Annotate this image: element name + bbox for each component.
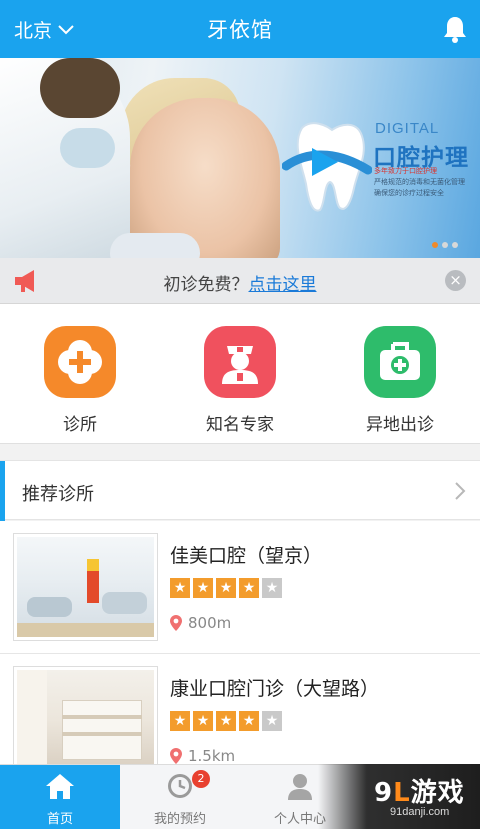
close-icon[interactable]: × xyxy=(445,270,466,291)
tooth-logo-icon xyxy=(282,122,372,212)
star-icon: ★ xyxy=(216,578,236,598)
star-icon: ★ xyxy=(193,578,213,598)
banner-sub-red: 多年致力于口腔护理 xyxy=(374,167,437,175)
banner-subtext: 多年致力于口腔护理 严格规范的消毒和无菌化管理 确保您的诊疗过程安全 xyxy=(374,166,474,199)
location-pin-icon xyxy=(170,615,182,631)
tab-appointments[interactable]: 我的预约 xyxy=(120,765,240,829)
tab-home-label: 首页 xyxy=(46,812,73,827)
banner-photo-mask xyxy=(60,128,115,168)
promo-banner[interactable]: DIGITAL 口腔护理 多年致力于口腔护理 严格规范的消毒和无菌化管理 确保您… xyxy=(0,58,480,258)
clinic-photo xyxy=(13,666,158,774)
quick-entry-grid: 诊所 知名专家 异地出诊 xyxy=(0,304,480,444)
carousel-dots[interactable] xyxy=(432,242,458,248)
location-pin-icon xyxy=(170,748,182,764)
distance-value: 1.5km xyxy=(188,747,236,765)
section-accent-bar xyxy=(0,461,5,521)
entry-house-call[interactable]: 异地出诊 xyxy=(340,326,460,435)
carousel-dot[interactable] xyxy=(432,242,438,248)
top-bar: 北京 牙依馆 xyxy=(0,0,480,58)
tab-appointments-label: 我的预约 xyxy=(153,812,206,827)
watermark-site: 91danji.com xyxy=(390,806,450,818)
star-icon: ★ xyxy=(239,711,259,731)
entry-clinic[interactable]: 诊所 xyxy=(20,326,140,435)
tab-home[interactable]: 首页 xyxy=(0,765,120,829)
star-icon: ★ xyxy=(239,578,259,598)
notice-link[interactable]: 点击这里 xyxy=(249,275,317,295)
recommended-section-header[interactable]: 推荐诊所 xyxy=(0,460,480,521)
star-empty-icon: ★ xyxy=(262,711,282,731)
clinic-photo xyxy=(13,533,158,641)
clinic-cross-icon xyxy=(44,326,116,398)
rating-stars: ★ ★ ★ ★ ★ xyxy=(170,578,282,598)
clinic-distance: 800m xyxy=(170,614,231,632)
rating-stars: ★ ★ ★ ★ ★ xyxy=(170,711,282,731)
star-icon: ★ xyxy=(193,711,213,731)
star-icon: ★ xyxy=(216,711,236,731)
watermark-main-a: 9 xyxy=(374,778,394,808)
clinic-name: 佳美口腔（望京） xyxy=(170,545,323,567)
entry-experts[interactable]: 知名专家 xyxy=(180,326,300,435)
bell-icon[interactable] xyxy=(442,15,468,43)
appointment-badge: 2 xyxy=(192,770,210,788)
banner-photo-glove xyxy=(110,233,200,258)
clinic-photo-image xyxy=(17,670,154,770)
entry-experts-label: 知名专家 xyxy=(206,415,274,435)
clinic-card[interactable]: 佳美口腔（望京） ★ ★ ★ ★ ★ 800m xyxy=(0,521,480,654)
star-icon: ★ xyxy=(170,578,190,598)
banner-photo-doctor-hair xyxy=(40,58,120,118)
clinic-distance: 1.5km xyxy=(170,747,235,765)
chevron-right-icon xyxy=(455,482,466,500)
carousel-dot[interactable] xyxy=(442,242,448,248)
entry-clinic-label: 诊所 xyxy=(63,415,97,435)
banner-sub-lines: 严格规范的消毒和无菌化管理 确保您的诊疗过程安全 xyxy=(374,178,465,197)
app-screen: 北京 牙依馆 DIGITAL 口腔护理 多年致力于口腔护理 严格规范的消毒和无菌… xyxy=(0,0,480,829)
notice-message: 初诊免费？ xyxy=(163,275,249,295)
app-title: 牙依馆 xyxy=(207,18,273,42)
notice-text: 初诊免费？点击这里 xyxy=(0,270,480,295)
doctor-icon xyxy=(204,326,276,398)
watermark-main-b: L xyxy=(393,778,411,808)
watermark-logo: 9L游戏 91danji.com xyxy=(318,764,480,829)
banner-brand-en: DIGITAL xyxy=(375,120,440,137)
distance-value: 800m xyxy=(188,614,232,632)
carousel-dot[interactable] xyxy=(452,242,458,248)
clinic-name: 康业口腔门诊（大望路） xyxy=(170,678,380,700)
star-icon: ★ xyxy=(170,711,190,731)
clock-icon xyxy=(168,774,192,798)
medical-kit-icon xyxy=(364,326,436,398)
clinic-photo-image xyxy=(17,537,154,637)
star-empty-icon: ★ xyxy=(262,578,282,598)
clinic-list: 佳美口腔（望京） ★ ★ ★ ★ ★ 800m 康业口腔门诊（大望路） ★ ★ … xyxy=(0,521,480,787)
notice-bar: 初诊免费？点击这里 × xyxy=(0,258,480,304)
user-icon xyxy=(288,774,312,800)
home-icon xyxy=(46,774,74,799)
watermark-main: 9L游戏 xyxy=(374,772,465,809)
section-title: 推荐诊所 xyxy=(22,484,94,505)
watermark-main-c: 游戏 xyxy=(410,778,465,808)
entry-house-call-label: 异地出诊 xyxy=(366,415,434,435)
